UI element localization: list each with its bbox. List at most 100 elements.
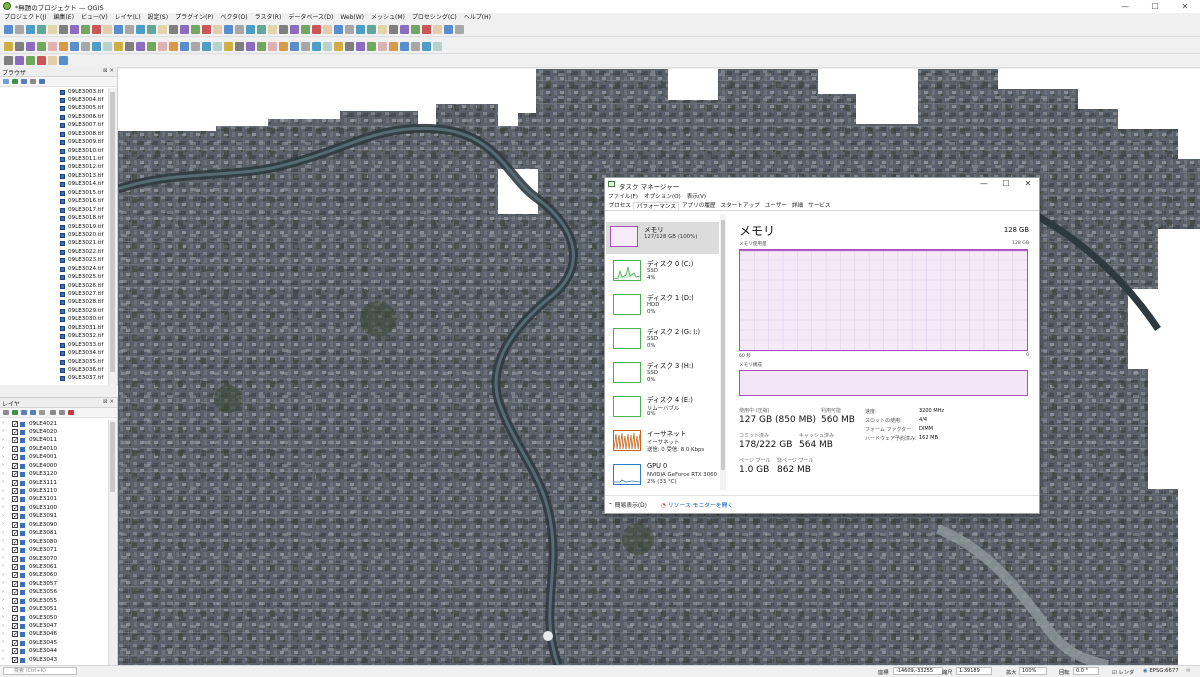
layer-visibility-checkbox[interactable]: ✓ xyxy=(12,479,18,486)
toolbar-tool-icon[interactable] xyxy=(59,42,68,51)
toolbar-tool-icon[interactable] xyxy=(70,25,79,34)
layer-visibility-checkbox[interactable]: ✓ xyxy=(12,488,18,495)
layer-visibility-checkbox[interactable]: ✓ xyxy=(12,445,18,452)
rotation-field[interactable]: 0.0 ° xyxy=(1073,667,1099,675)
browser-file-item[interactable]: 09LE3037.tif xyxy=(0,375,108,383)
layer-visibility-checkbox[interactable]: ✓ xyxy=(12,631,18,638)
toolbar-tool-icon[interactable] xyxy=(345,42,354,51)
toolbar-tool-icon[interactable] xyxy=(92,42,101,51)
tm-menu-view[interactable]: 表示(V) xyxy=(687,192,706,200)
layer-item[interactable]: › ✓ 09LE3046 xyxy=(0,631,108,639)
toolbar-tool-icon[interactable] xyxy=(59,56,68,65)
expand-arrow-icon[interactable]: › xyxy=(2,623,4,629)
remove-layer-icon[interactable] xyxy=(68,410,74,415)
expand-arrow-icon[interactable]: › xyxy=(2,547,4,553)
toolbar-tool-icon[interactable] xyxy=(290,42,299,51)
layer-item[interactable]: › ✓ 09LE3057 xyxy=(0,580,108,588)
layer-visibility-checkbox[interactable]: ✓ xyxy=(12,454,18,461)
toolbar-tool-icon[interactable] xyxy=(103,25,112,34)
expand-arrow-icon[interactable]: › xyxy=(2,589,4,595)
browser-file-item[interactable]: 09LE3032.tif xyxy=(0,333,108,341)
toolbar-tool-icon[interactable] xyxy=(81,42,90,51)
menu-plugins[interactable]: プラグイン(P) xyxy=(175,13,213,23)
toolbar-tool-icon[interactable] xyxy=(411,25,420,34)
toolbar-tool-icon[interactable] xyxy=(422,25,431,34)
tm-maximize-button[interactable]: ☐ xyxy=(995,178,1017,190)
browser-file-item[interactable]: 09LE3019.tif xyxy=(0,223,108,231)
toolbar-tool-icon[interactable] xyxy=(257,42,266,51)
browser-file-item[interactable]: 09LE3034.tif xyxy=(0,350,108,358)
toolbar-tool-icon[interactable] xyxy=(389,25,398,34)
toolbar-tool-icon[interactable] xyxy=(378,42,387,51)
expand-arrow-icon[interactable]: › xyxy=(2,606,4,612)
browser-file-item[interactable]: 09LE3036.tif xyxy=(0,366,108,374)
toolbar-tool-icon[interactable] xyxy=(4,42,13,51)
expand-arrow-icon[interactable]: › xyxy=(2,521,4,527)
layer-item[interactable]: › ✓ 09LE3061 xyxy=(0,563,108,571)
toolbar-tool-icon[interactable] xyxy=(169,42,178,51)
toolbar-tool-icon[interactable] xyxy=(81,25,90,34)
toolbar-tool-icon[interactable] xyxy=(279,25,288,34)
crs-button[interactable]: ◉ EPSG:6677 xyxy=(1143,668,1179,674)
toolbar-tool-icon[interactable] xyxy=(257,25,266,34)
toolbar-tool-icon[interactable] xyxy=(268,42,277,51)
layer-item[interactable]: › ✓ 09LE3120 xyxy=(0,471,108,479)
resource-disk-4[interactable]: ディスク 4 (E:) リムーバブル 0% xyxy=(609,392,720,424)
toolbar-tool-icon[interactable] xyxy=(48,42,57,51)
toolbar-tool-icon[interactable] xyxy=(246,25,255,34)
toolbar-tool-icon[interactable] xyxy=(246,42,255,51)
layer-visibility-checkbox[interactable]: ✓ xyxy=(12,656,18,663)
filter-legend-icon[interactable] xyxy=(30,410,36,415)
expand-arrow-icon[interactable]: › xyxy=(2,513,4,519)
expand-arrow-icon[interactable]: › xyxy=(2,614,4,620)
layer-visibility-checkbox[interactable]: ✓ xyxy=(12,513,18,520)
toolbar-tool-icon[interactable] xyxy=(103,42,112,51)
close-button[interactable]: ✕ xyxy=(1170,1,1200,12)
toolbar-tool-icon[interactable] xyxy=(70,42,79,51)
browser-file-item[interactable]: 09LE3026.tif xyxy=(0,282,108,290)
resource-disk-1[interactable]: ディスク 1 (D:) HDD 0% xyxy=(609,290,720,322)
toolbar-tool-icon[interactable] xyxy=(367,42,376,51)
layer-visibility-checkbox[interactable]: ✓ xyxy=(12,462,18,469)
menu-help[interactable]: ヘルプ(H) xyxy=(464,13,491,23)
resource-disk-2[interactable]: ディスク 2 (G: I:) SSD 0% xyxy=(609,324,720,356)
menu-layer[interactable]: レイヤ(L) xyxy=(115,13,141,23)
tm-menu-options[interactable]: オプション(O) xyxy=(644,192,681,200)
toolbar-tool-icon[interactable] xyxy=(147,25,156,34)
menu-database[interactable]: データベース(D) xyxy=(288,13,333,23)
toolbar-tool-icon[interactable] xyxy=(301,42,310,51)
toolbar-tool-icon[interactable] xyxy=(136,42,145,51)
browser-file-item[interactable]: 09LE3027.tif xyxy=(0,291,108,299)
toolbar-tool-icon[interactable] xyxy=(15,56,24,65)
layer-item[interactable]: › ✓ 09LE3044 xyxy=(0,648,108,656)
layer-visibility-checkbox[interactable]: ✓ xyxy=(12,471,18,478)
tab-users[interactable]: ユーザー xyxy=(762,202,789,210)
render-checkbox[interactable]: ☑ レンダ xyxy=(1112,668,1134,676)
toolbar-tool-icon[interactable] xyxy=(114,42,123,51)
layer-item[interactable]: › ✓ 09LE3111 xyxy=(0,479,108,487)
layer-visibility-checkbox[interactable]: ✓ xyxy=(12,580,18,587)
layer-visibility-checkbox[interactable]: ✓ xyxy=(12,597,18,604)
expand-arrow-icon[interactable]: › xyxy=(2,639,4,645)
expand-arrow-icon[interactable]: › xyxy=(2,420,4,426)
toolbar-tool-icon[interactable] xyxy=(422,42,431,51)
toolbar-tool-icon[interactable] xyxy=(15,42,24,51)
layer-item[interactable]: › ✓ 09LE3055 xyxy=(0,597,108,605)
expand-arrow-icon[interactable]: › xyxy=(2,445,4,451)
browser-file-item[interactable]: 09LE3028.tif xyxy=(0,299,108,307)
layer-visibility-checkbox[interactable]: ✓ xyxy=(12,547,18,554)
menu-settings[interactable]: 設定(S) xyxy=(148,13,169,23)
minimize-button[interactable]: — xyxy=(1110,1,1140,12)
layer-item[interactable]: › ✓ 09LE3091 xyxy=(0,513,108,521)
menu-vector[interactable]: ベクタ(O) xyxy=(220,13,247,23)
toolbar-tool-icon[interactable] xyxy=(147,42,156,51)
toolbar-tool-icon[interactable] xyxy=(345,25,354,34)
layers-panel-close-icon[interactable]: ⊠ ✕ xyxy=(103,399,114,405)
filter-icon[interactable] xyxy=(21,79,27,84)
browser-file-item[interactable]: 09LE3005.tif xyxy=(0,105,108,113)
layer-visibility-checkbox[interactable]: ✓ xyxy=(12,530,18,537)
toolbar-tool-icon[interactable] xyxy=(334,42,343,51)
menu-edit[interactable]: 編集(E) xyxy=(53,13,73,23)
expand-arrow-icon[interactable]: › xyxy=(2,530,4,536)
layer-item[interactable]: › ✓ 09LE4021 xyxy=(0,420,108,428)
